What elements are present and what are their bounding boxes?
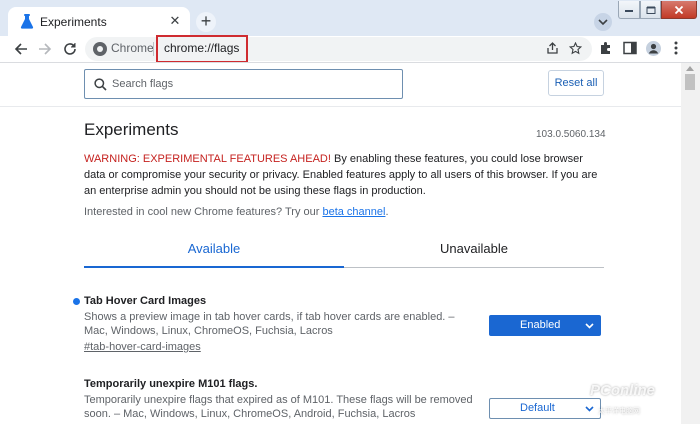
beta-channel-note: Interested in cool new Chrome features? … (84, 206, 389, 218)
extensions-puzzle-icon[interactable] (599, 41, 613, 55)
flags-page: Reset all Experiments 103.0.5060.134 WAR… (0, 63, 681, 424)
flag-state-select[interactable]: Default (489, 398, 601, 419)
close-tab-icon[interactable]: ✕ (168, 14, 182, 28)
flag-description: Temporarily unexpire flags that expired … (84, 394, 473, 420)
minimize-icon (625, 9, 633, 12)
flag-title: Tab Hover Card Images (84, 295, 207, 307)
beta-channel-link[interactable]: beta channel (322, 206, 385, 218)
arrow-right-icon (39, 43, 52, 55)
flag-state-value: Enabled (520, 319, 561, 331)
scrollbar-thumb[interactable] (685, 74, 695, 90)
flag-state-value: Default (520, 402, 555, 414)
share-icon[interactable] (546, 42, 559, 55)
profile-avatar-icon[interactable] (646, 41, 661, 56)
flask-icon (20, 14, 34, 29)
browser-toolbar: Chrome chrome://flags (0, 36, 700, 62)
search-flags-field[interactable] (84, 69, 403, 99)
tab-unavailable[interactable]: Unavailable (344, 235, 604, 268)
forward-button[interactable] (35, 39, 55, 59)
reset-all-button[interactable]: Reset all (548, 70, 604, 96)
beta-note-text: Interested in cool new Chrome features? … (84, 206, 323, 218)
more-menu-icon[interactable] (674, 41, 678, 55)
modified-indicator-dot (73, 298, 80, 305)
search-icon (94, 78, 107, 91)
new-tab-button[interactable]: + (196, 12, 216, 32)
close-icon (674, 5, 684, 14)
maximize-window-button[interactable] (640, 1, 661, 19)
warning-paragraph: WARNING: EXPERIMENTAL FEATURES AHEAD! By… (84, 151, 606, 199)
tab-strip: Experiments ✕ + (0, 0, 700, 36)
bookmark-star-icon[interactable] (569, 42, 582, 55)
warning-heading: WARNING: EXPERIMENTAL FEATURES AHEAD! (84, 153, 331, 165)
beta-note-suffix: . (385, 206, 389, 218)
side-panel-icon[interactable] (623, 41, 637, 55)
browser-tab[interactable]: Experiments ✕ (8, 7, 190, 36)
scroll-up-arrow-icon[interactable] (686, 66, 694, 71)
flag-anchor-link[interactable]: #tab-hover-card-images (84, 341, 604, 353)
tab-search-button[interactable] (594, 13, 612, 31)
restore-icon (646, 6, 655, 14)
chrome-logo-icon (93, 42, 107, 56)
flag-description: Shows a preview image in tab hover cards… (84, 311, 455, 337)
tab-available[interactable]: Available (84, 235, 344, 268)
reload-icon (64, 43, 76, 55)
flag-title: Temporarily unexpire M101 flags. (84, 378, 258, 390)
flag-state-select[interactable]: Enabled (489, 315, 601, 336)
version-label: 103.0.5060.134 (536, 129, 606, 140)
header-divider (0, 106, 681, 107)
search-input[interactable] (112, 76, 392, 92)
close-window-button[interactable] (661, 1, 697, 19)
page-title: Experiments (84, 120, 179, 139)
flag-item: Tab Hover Card Images Shows a preview im… (73, 295, 604, 353)
omnibox-separator (153, 42, 154, 56)
chevron-down-icon (585, 323, 594, 329)
watermark-subtitle: 太平洋电脑网 (598, 408, 640, 415)
omnibox-chip-label: Chrome (111, 41, 154, 55)
minimize-window-button[interactable] (618, 1, 640, 19)
tab-title: Experiments (40, 15, 107, 29)
flag-item: Temporarily unexpire M101 flags. Tempora… (84, 378, 604, 421)
reload-button[interactable] (60, 39, 80, 59)
back-button[interactable] (11, 39, 31, 59)
page-scrollbar[interactable] (681, 63, 700, 424)
chevron-down-icon (598, 19, 608, 26)
arrow-left-icon (14, 43, 27, 55)
url-highlight-annotation (156, 35, 248, 63)
